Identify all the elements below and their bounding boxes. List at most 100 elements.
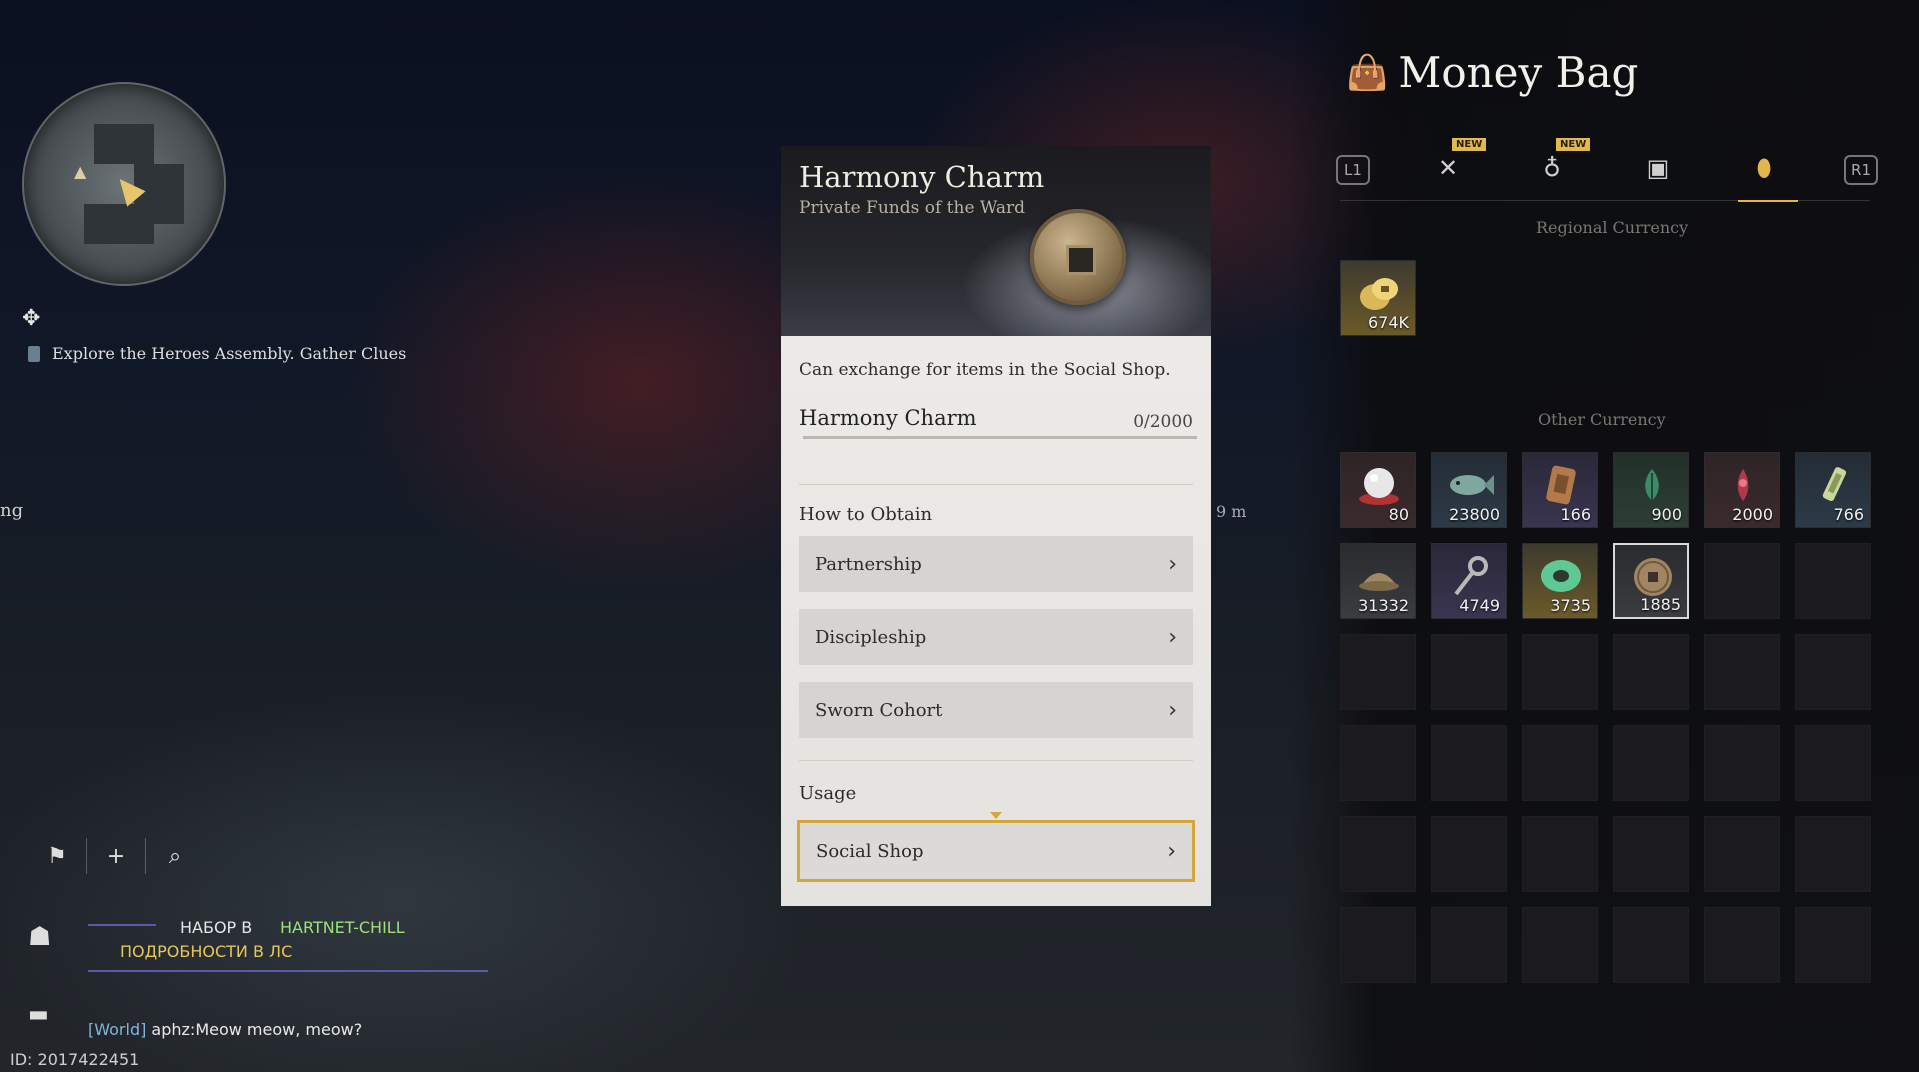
chevron-right-icon: ›: [1168, 624, 1177, 650]
item-detail-card: Harmony Charm Private Funds of the Ward …: [781, 146, 1211, 906]
empty-slot: [1431, 816, 1507, 892]
minimap[interactable]: ▲: [22, 82, 226, 286]
obtain-option-sworn-cohort[interactable]: Sworn Cohort ›: [799, 682, 1193, 738]
tab-pouch[interactable]: ♁ NEW: [1532, 138, 1591, 188]
empty-slot: [1704, 907, 1780, 983]
item-title: Harmony Charm: [799, 160, 1045, 194]
bell-marker-icon: ▲: [74, 162, 87, 181]
currency-slot-key-token[interactable]: 4749: [1431, 543, 1507, 619]
quest-icon: [28, 345, 40, 362]
empty-slot: [1613, 634, 1689, 710]
chest-icon: ▣: [1646, 154, 1670, 182]
currency-qty: 80: [1388, 505, 1409, 524]
empty-slot: [1431, 725, 1507, 801]
currency-slot-gold-coins[interactable]: 674K: [1340, 260, 1416, 336]
l1-key-icon[interactable]: L1: [1336, 155, 1370, 185]
red-flower-icon: [1737, 469, 1749, 501]
empty-slot: [1431, 634, 1507, 710]
currency-qty: 23800: [1449, 505, 1500, 524]
guild-recruit-text: НАБОР В: [180, 918, 253, 937]
currency-qty: 900: [1651, 505, 1682, 524]
tab-location-pin[interactable]: ⬮: [1744, 148, 1784, 188]
location-pin-icon: ⬮: [1756, 154, 1772, 182]
empty-slot: [1795, 907, 1871, 983]
item-subtitle: Private Funds of the Ward: [799, 198, 1026, 218]
currency-tabs: L1 ✕ NEW ♁ NEW ▣ ⬮ R1: [1336, 138, 1880, 192]
green-leaf-icon: [1645, 469, 1659, 501]
tab-chest[interactable]: ▣: [1638, 148, 1678, 188]
empty-slot: [1340, 907, 1416, 983]
empty-slot: [1795, 816, 1871, 892]
regional-currency-label: Regional Currency: [1536, 218, 1689, 237]
empty-slot: [1795, 543, 1871, 619]
gold-coins-icon: [1360, 278, 1398, 310]
chat-line[interactable]: [World] aphz:Meow meow, meow?: [88, 1020, 362, 1039]
user-id: ID: 2017422451: [10, 1050, 140, 1069]
option-label: Sworn Cohort: [815, 699, 943, 721]
flag-icon[interactable]: ⚑: [28, 838, 87, 874]
currency-slot-harmony-charm[interactable]: 1885: [1613, 543, 1689, 619]
divider: [799, 484, 1193, 485]
card-header: Harmony Charm Private Funds of the Ward: [781, 146, 1211, 336]
currency-slot-ingot[interactable]: 31332: [1340, 543, 1416, 619]
option-label: Discipleship: [815, 626, 927, 648]
empty-slot: [1522, 907, 1598, 983]
empty-slot: [1340, 725, 1416, 801]
quest-tracker[interactable]: Explore the Heroes Assembly. Gather Clue…: [28, 344, 406, 363]
chevron-right-icon: ›: [1167, 838, 1176, 864]
obtain-option-partnership[interactable]: Partnership ›: [799, 536, 1193, 592]
tabs-underline: [1340, 200, 1870, 202]
currency-qty: 766: [1833, 505, 1864, 524]
currency-slot-red-flower[interactable]: 2000: [1704, 452, 1780, 528]
key-token-icon: [1454, 556, 1488, 596]
harmony-charm-icon: [1634, 558, 1672, 596]
fish-icon: [1450, 475, 1494, 495]
compass-icon[interactable]: ✥: [22, 306, 40, 331]
chevron-right-icon: ›: [1168, 551, 1177, 577]
currency-qty: 166: [1560, 505, 1591, 524]
chat-icon[interactable]: ▬: [28, 1002, 49, 1027]
usage-option-social-shop[interactable]: Social Shop ›: [797, 820, 1195, 882]
empty-slot: [1613, 725, 1689, 801]
jade-ring-icon: [1541, 560, 1581, 592]
scroll-token-icon: [1546, 465, 1576, 505]
pouch-icon: ♁: [1543, 154, 1561, 182]
currency-slot-jade-ring[interactable]: 3735: [1522, 543, 1598, 619]
currency-qty: 674K: [1367, 313, 1409, 332]
r1-key-icon[interactable]: R1: [1844, 155, 1878, 185]
money-bag-title: Money Bag: [1398, 48, 1639, 97]
empty-slot: [1795, 634, 1871, 710]
search-icon[interactable]: ⌕: [146, 838, 204, 874]
minimap-building: [84, 204, 154, 244]
item-description: Can exchange for items in the Social Sho…: [799, 360, 1171, 380]
chat-message: aphz:Meow meow, meow?: [146, 1020, 363, 1039]
banner-line: [88, 924, 156, 926]
currency-name: Harmony Charm: [799, 406, 977, 430]
currency-qty: 1885: [1640, 595, 1681, 614]
other-currency-label: Other Currency: [1538, 410, 1666, 429]
currency-qty: 2000: [1732, 505, 1773, 524]
currency-slot-green-leaf[interactable]: 900: [1613, 452, 1689, 528]
currency-count: 0/2000: [1133, 412, 1193, 432]
option-label: Partnership: [815, 553, 922, 575]
currency-slot-fish[interactable]: 23800: [1431, 452, 1507, 528]
option-label: Social Shop: [816, 840, 924, 862]
hud-toolbar: ⚑ + ⌕: [28, 838, 204, 874]
distance-hint: 9 m: [1216, 502, 1247, 521]
empty-slot: [1613, 907, 1689, 983]
currency-slot-jade-tablet[interactable]: 766: [1795, 452, 1871, 528]
guild-name: HARTNET-CHILL: [280, 918, 405, 937]
currency-slot-pearl[interactable]: 80: [1340, 452, 1416, 528]
plus-icon[interactable]: +: [87, 838, 146, 874]
tab-crossed-swords[interactable]: ✕ NEW: [1428, 138, 1487, 188]
new-badge: NEW: [1556, 138, 1591, 151]
obtain-option-discipleship[interactable]: Discipleship ›: [799, 609, 1193, 665]
active-tab-indicator: [1738, 200, 1798, 202]
quest-text: Explore the Heroes Assembly. Gather Clue…: [52, 344, 407, 363]
money-bag-icon: 👜: [1346, 52, 1389, 93]
guild-details-text: ПОДРОБНОСТИ В ЛС: [120, 942, 293, 961]
currency-slot-scroll-token[interactable]: 166: [1522, 452, 1598, 528]
empty-slot: [1340, 816, 1416, 892]
chevron-right-icon: ›: [1168, 697, 1177, 723]
currency-qty: 3735: [1550, 596, 1591, 615]
